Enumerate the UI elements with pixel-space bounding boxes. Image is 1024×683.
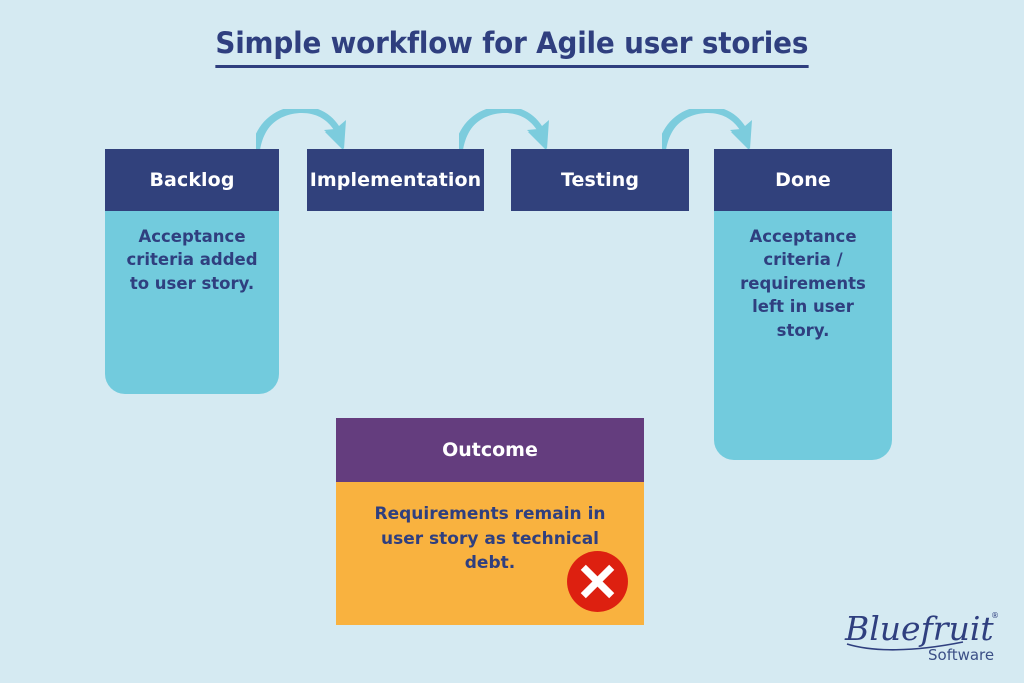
workflow-card-implementation[interactable]: Implementation: [307, 149, 484, 211]
brand-name: Bluefruit: [844, 609, 994, 648]
page-title: Simple workflow for Agile user stories: [0, 26, 1024, 68]
bluefruit-software-logo: Bluefruit ® Software: [844, 609, 999, 664]
brand-trademark: ®: [991, 611, 999, 620]
workflow-card-done[interactable]: Done Acceptance criteria / requirements …: [714, 149, 892, 460]
card-header-testing: Testing: [511, 149, 689, 211]
outcome-card-header: Outcome: [336, 418, 644, 482]
brand-tagline: Software: [928, 646, 994, 664]
workflow-card-backlog[interactable]: Backlog Acceptance criteria added to use…: [105, 149, 279, 394]
card-header-backlog: Backlog: [105, 149, 279, 211]
page-title-text: Simple workflow for Agile user stories: [215, 26, 809, 68]
diagram-canvas: Simple workflow for Agile user stories B…: [0, 0, 1024, 683]
card-header-implementation: Implementation: [307, 149, 484, 211]
outcome-card[interactable]: Outcome Requirements remain in user stor…: [336, 418, 644, 625]
card-header-done: Done: [714, 149, 892, 211]
workflow-card-testing[interactable]: Testing: [511, 149, 689, 211]
reject-cross-icon: [567, 551, 628, 612]
outcome-card-body: Requirements remain in user story as tec…: [336, 482, 644, 625]
card-body-done: Acceptance criteria / requirements left …: [714, 211, 892, 460]
card-body-backlog: Acceptance criteria added to user story.: [105, 211, 279, 394]
